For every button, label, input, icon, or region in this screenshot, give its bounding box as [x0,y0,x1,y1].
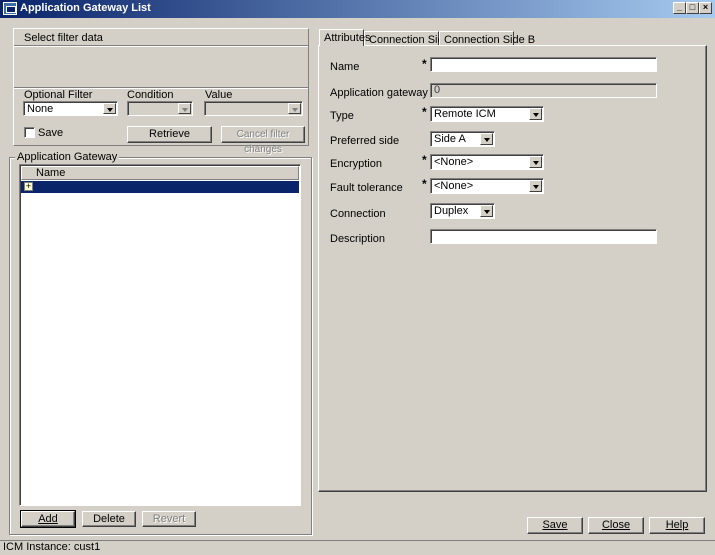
optional-filter-label: Optional Filter [24,89,93,101]
chevron-down-icon[interactable] [480,205,493,217]
optional-filter-select[interactable]: None [23,101,118,116]
name-label: Name [330,61,360,73]
add-button-label: Add [38,513,58,525]
status-text: ICM Instance: cust1 [3,541,101,553]
value-select[interactable] [204,101,303,116]
fault-tolerance-select[interactable]: <None> [430,178,544,194]
fault-tolerance-required-mark: * [422,177,427,191]
application-gateway-group-title: Application Gateway [15,151,120,163]
table-row[interactable]: + [21,181,299,193]
chevron-down-icon[interactable] [529,108,542,120]
encryption-select[interactable]: <None> [430,154,544,170]
preferred-side-value: Side A [434,133,466,145]
description-input[interactable] [430,229,657,244]
chevron-down-icon[interactable] [480,133,493,145]
active-tab-joint [320,44,363,46]
delete-button-label: Delete [93,513,125,525]
value-label: Value [205,89,233,101]
close-window-button[interactable]: × [699,2,712,14]
help-button-label: Help [665,519,689,531]
encryption-value: <None> [434,156,474,168]
type-required-mark: * [422,105,427,119]
column-header-name[interactable]: Name [21,166,299,180]
type-label: Type [330,110,354,122]
name-input[interactable] [430,57,657,72]
condition-select[interactable] [127,101,193,116]
save-filter-checkbox[interactable] [24,127,35,138]
tab-connection-side-a[interactable]: Connection Side A [364,31,460,46]
filter-divider [14,87,308,88]
description-label: Description [330,233,386,245]
revert-button-label: Revert [152,513,186,525]
save-button[interactable]: Save [527,517,583,534]
preferred-side-select[interactable]: Side A [430,131,495,147]
encryption-label: Encryption [330,158,382,170]
fault-tolerance-value: <None> [434,180,474,192]
condition-label: Condition [127,89,174,101]
close-button-label: Close [601,519,631,531]
tab-attributes-label: Attributes [324,32,371,44]
filter-header: Select filter data [14,29,308,46]
status-bar: ICM Instance: cust1 [0,540,715,555]
save-filter-label: Save [38,127,64,139]
app-window-icon [3,2,17,15]
minimize-button[interactable]: _ [673,2,686,14]
connection-label: Connection [330,208,386,220]
optional-filter-value: None [27,103,54,115]
chevron-down-icon[interactable] [529,156,542,168]
chevron-down-icon[interactable] [103,103,116,114]
chevron-down-icon[interactable] [178,103,191,114]
filter-group-title: Select filter data [24,32,103,44]
title-bar[interactable]: Application Gateway List _ □ × [0,0,715,18]
fault-tolerance-label: Fault tolerance [330,182,403,194]
add-button[interactable]: Add [20,510,76,528]
retrieve-button[interactable]: Retrieve [127,126,212,143]
cancel-filter-changes-button[interactable]: Cancel filter changes [221,126,305,155]
connection-value: Duplex [434,205,469,217]
tab-connection-side-b[interactable]: Connection Side B [439,31,535,46]
type-select[interactable]: Remote ICM [430,106,544,122]
preferred-side-label: Preferred side [330,135,400,147]
gateway-list[interactable]: Name + [19,164,301,506]
expand-plus-icon[interactable]: + [24,182,33,191]
name-required-mark: * [422,57,427,71]
connection-select[interactable]: Duplex [430,203,495,219]
close-button[interactable]: Close [588,517,644,534]
gateway-id-field: 0 [430,83,657,98]
gateway-id-label: Application gateway ID [330,87,442,99]
chevron-down-icon[interactable] [529,180,542,192]
help-button[interactable]: Help [649,517,705,534]
encryption-required-mark: * [422,153,427,167]
save-button-label: Save [542,519,568,531]
revert-button[interactable]: Revert [142,511,196,527]
column-header-name-label: Name [36,167,66,179]
maximize-button[interactable]: □ [686,2,699,14]
type-value: Remote ICM [434,108,496,120]
window-title: Application Gateway List [20,2,151,14]
chevron-down-icon[interactable] [288,103,301,114]
delete-button[interactable]: Delete [82,511,136,527]
